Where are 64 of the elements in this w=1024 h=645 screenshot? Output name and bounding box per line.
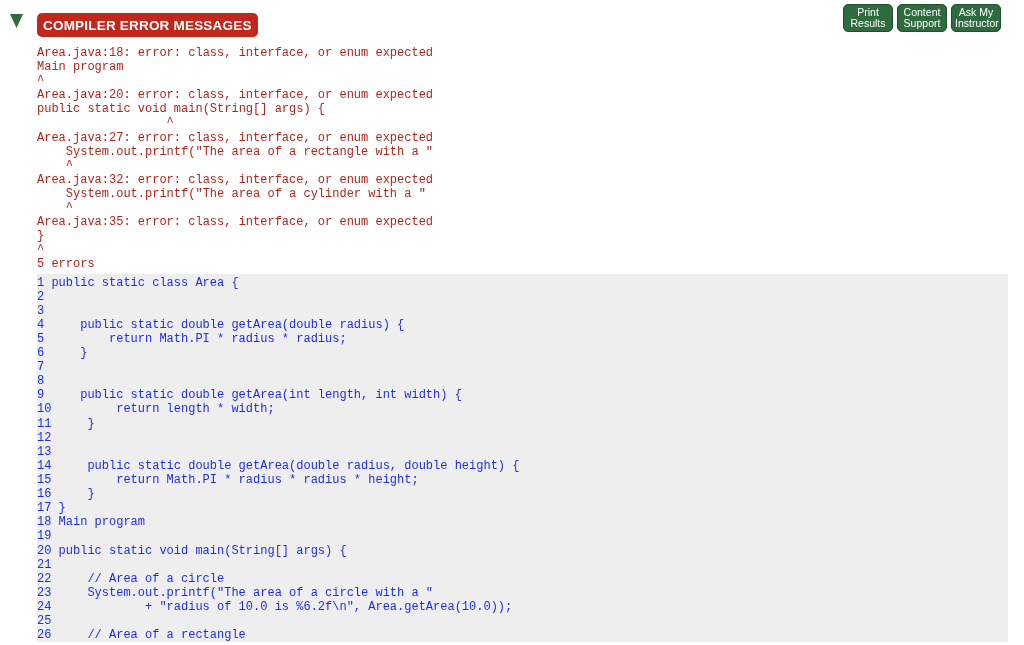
line-number: 10	[37, 402, 52, 417]
error-text: Area.java:35: error: class, interface, or enum expected	[37, 215, 434, 230]
line-number: 17	[37, 501, 52, 516]
code-line: return Math.PI * radius * radius;	[108, 331, 347, 347]
code-line: public static double getArea(int length, int width) {	[79, 388, 462, 403]
error-text: Area.java:18: error: class, interface, or enum expected	[37, 46, 434, 61]
code-line: // Area of a circle	[86, 571, 225, 586]
code-line: return Math.PI * radius * radius * height;	[115, 473, 419, 488]
toolbar-button[interactable]: Print Results	[843, 4, 893, 32]
code-line: }	[86, 487, 95, 502]
error-text: 5 errors	[37, 257, 95, 272]
line-number: 6	[37, 346, 45, 361]
code-line: return length * width;	[115, 402, 275, 417]
line-number: 22	[37, 571, 52, 586]
triangle-down-icon[interactable]	[10, 14, 23, 28]
line-number: 25	[37, 614, 52, 629]
error-text: System.out.printf("The area of a rectangle with a "	[64, 144, 434, 159]
line-number: 14	[37, 458, 52, 474]
line-number: 11	[37, 416, 52, 431]
line-number: 13	[37, 444, 52, 459]
line-number: 1	[37, 275, 45, 290]
code-line: public static double getArea(double radius) {	[79, 317, 405, 332]
line-number: 9	[37, 388, 45, 403]
error-text: ^	[37, 243, 45, 258]
line-number: 20	[37, 543, 52, 558]
error-text: ^	[37, 74, 45, 89]
code-line: // Area of a rectangle	[86, 628, 246, 642]
line-number: 16	[37, 487, 52, 502]
error-text: System.out.printf("The area of a cylinder with a "	[64, 186, 426, 202]
error-text: ^	[64, 201, 73, 216]
error-text: ^	[165, 116, 174, 131]
code-line: public static void main(String[] args) {	[58, 543, 347, 558]
error-text: public static void main(String[] args) {	[37, 102, 326, 117]
toolbar-button[interactable]: Content Support	[897, 4, 947, 32]
line-number: 12	[37, 430, 52, 445]
code-line: public static double getArea(double radius, double height) {	[86, 458, 520, 474]
line-number: 3	[37, 303, 45, 318]
line-number: 23	[37, 585, 52, 600]
code-line: }	[58, 501, 66, 516]
line-number: 21	[37, 557, 52, 572]
error-text: ^	[64, 158, 73, 173]
line-number: 24	[37, 600, 52, 615]
error-text: }	[37, 229, 45, 244]
toolbar-button[interactable]: Ask My Instructor	[951, 4, 1001, 32]
line-number: 7	[37, 360, 45, 375]
error-text: Area.java:27: error: class, interface, or enum expected	[37, 130, 434, 145]
line-number: 5	[37, 331, 45, 347]
section-title: COMPILER ERROR MESSAGES	[37, 13, 258, 37]
code-line: public static class Area {	[51, 275, 239, 290]
line-number: 26	[37, 628, 52, 642]
line-number: 19	[37, 529, 52, 544]
line-number: 18	[37, 515, 52, 530]
line-number: 8	[37, 374, 45, 389]
line-number: 4	[37, 317, 45, 332]
line-number: 15	[37, 473, 52, 488]
code-line: System.out.printf("The area of a circle with a "	[86, 585, 434, 600]
line-number: 2	[37, 289, 45, 304]
error-text: Area.java:32: error: class, interface, or enum expected	[37, 172, 434, 187]
error-text: Main program	[37, 60, 124, 75]
code-line: }	[79, 346, 88, 361]
error-text: Area.java:20: error: class, interface, or enum expected	[37, 88, 434, 103]
code-line: + "radius of 10.0 is %6.2f\n", Area.getArea(10.0));	[144, 600, 513, 615]
code-line: Main program	[58, 515, 145, 530]
code-line: }	[86, 416, 95, 431]
